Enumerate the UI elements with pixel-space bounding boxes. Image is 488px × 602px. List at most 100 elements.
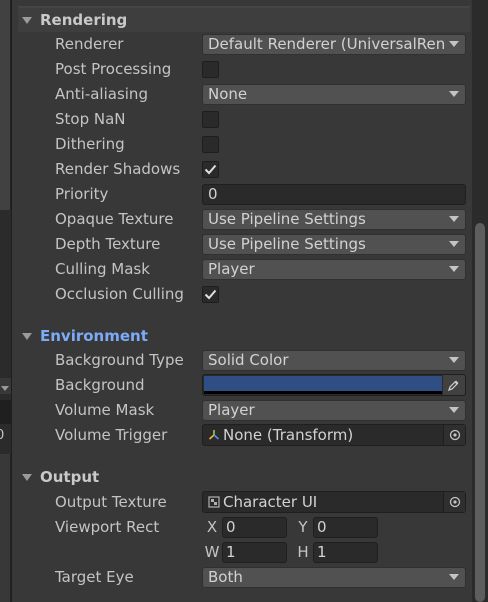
chevron-down-icon (449, 241, 459, 247)
w-label: W (204, 543, 220, 561)
render-texture-icon (207, 495, 221, 509)
color-swatch[interactable] (204, 376, 442, 391)
renderer-value: Default Renderer (UniversalRende (208, 35, 445, 53)
render-shadows-row: Render Shadows (55, 158, 467, 180)
scrollbar-thumb[interactable] (475, 223, 485, 602)
anti-aliasing-row: Anti-aliasing None (55, 83, 467, 105)
volume-trigger-label: Volume Trigger (55, 426, 168, 444)
viewport-rect-wh-row: W 1 H 1 (55, 541, 467, 563)
viewport-h-input[interactable]: 1 (313, 541, 378, 563)
viewport-y-input[interactable]: 0 (313, 516, 378, 538)
section-title: Rendering (40, 11, 128, 29)
foldout-arrow-icon[interactable] (22, 16, 32, 24)
chevron-down-icon (449, 216, 459, 222)
post-processing-row: Post Processing (55, 58, 467, 80)
culling-mask-dropdown[interactable]: Player (202, 258, 466, 280)
depth-texture-dropdown[interactable]: Use Pipeline Settings (202, 233, 466, 255)
viewport-rect-label: Viewport Rect (55, 518, 160, 536)
foldout-arrow-icon[interactable] (22, 473, 32, 481)
object-picker-icon[interactable] (443, 492, 465, 512)
background-type-dropdown[interactable]: Solid Color (202, 349, 466, 371)
volume-mask-dropdown[interactable]: Player (202, 399, 466, 421)
left-panel-segment (0, 454, 11, 602)
transform-icon (207, 428, 221, 442)
target-eye-dropdown[interactable]: Both (202, 566, 466, 588)
volume-mask-label: Volume Mask (55, 401, 155, 419)
left-panel-segment (0, 400, 11, 424)
object-picker-icon[interactable] (443, 425, 465, 445)
section-title: Environment (40, 327, 148, 345)
priority-row: Priority 0 (55, 183, 467, 205)
chevron-down-icon (449, 574, 459, 580)
culling-mask-label: Culling Mask (55, 260, 150, 278)
renderer-dropdown[interactable]: Default Renderer (UniversalRende (202, 33, 466, 55)
output-texture-field[interactable]: Character UI (202, 491, 466, 513)
chevron-down-icon (449, 91, 459, 97)
foldout-arrow-icon[interactable] (22, 332, 32, 340)
depth-texture-value: Use Pipeline Settings (208, 235, 366, 253)
volume-trigger-row: Volume Trigger None (Transform) (55, 424, 467, 446)
viewport-rect-row: Viewport Rect X 0 Y 0 (55, 516, 467, 538)
chevron-down-icon (449, 357, 459, 363)
output-texture-value: Character UI (223, 493, 318, 511)
occlusion-culling-checkbox[interactable] (202, 286, 219, 303)
left-panel-value: 0 (0, 428, 5, 443)
opaque-texture-dropdown[interactable]: Use Pipeline Settings (202, 208, 466, 230)
output-texture-label: Output Texture (55, 493, 167, 511)
viewport-rect-wh: W 1 H 1 (202, 541, 384, 563)
anti-aliasing-label: Anti-aliasing (55, 85, 148, 103)
chevron-down-icon (449, 407, 459, 413)
dithering-checkbox[interactable] (202, 136, 219, 153)
background-row: Background (55, 374, 467, 396)
dithering-row: Dithering (55, 133, 467, 155)
depth-texture-row: Depth Texture Use Pipeline Settings (55, 233, 467, 255)
opaque-texture-value: Use Pipeline Settings (208, 210, 366, 228)
environment-header[interactable]: Environment (18, 324, 470, 348)
output-header[interactable]: Output (18, 465, 470, 489)
background-type-label: Background Type (55, 351, 184, 369)
chevron-down-icon (449, 41, 459, 47)
left-panel-edge: 0 (0, 0, 11, 602)
dropdown-arrow-icon[interactable] (1, 386, 9, 391)
chevron-down-icon (449, 266, 459, 272)
opaque-texture-row: Opaque Texture Use Pipeline Settings (55, 208, 467, 230)
depth-texture-label: Depth Texture (55, 235, 161, 253)
anti-aliasing-dropdown[interactable]: None (202, 83, 466, 105)
renderer-label: Renderer (55, 35, 124, 53)
y-label: Y (298, 518, 308, 536)
occlusion-culling-row: Occlusion Culling (55, 283, 467, 305)
priority-label: Priority (55, 185, 109, 203)
target-eye-label: Target Eye (55, 568, 134, 586)
renderer-row: Renderer Default Renderer (UniversalRend… (55, 33, 467, 55)
rendering-header[interactable]: Rendering (18, 8, 470, 32)
viewport-rect-xy: X 0 Y 0 (202, 516, 384, 538)
render-shadows-checkbox[interactable] (202, 161, 219, 178)
h-label: H (297, 543, 309, 561)
background-label: Background (55, 376, 145, 394)
stop-nan-checkbox[interactable] (202, 111, 219, 128)
viewport-w-input[interactable]: 1 (222, 541, 287, 563)
checkmark-icon (204, 289, 217, 300)
stop-nan-row: Stop NaN (55, 108, 467, 130)
priority-input[interactable]: 0 (202, 183, 466, 205)
culling-mask-value: Player (208, 260, 255, 278)
dithering-label: Dithering (55, 135, 125, 153)
volume-trigger-field[interactable]: None (Transform) (202, 424, 466, 446)
background-type-row: Background Type Solid Color (55, 349, 467, 371)
background-color-field[interactable] (202, 374, 466, 396)
alpha-bar (204, 391, 442, 394)
checkmark-icon (204, 164, 217, 175)
target-eye-row: Target Eye Both (55, 566, 467, 588)
volume-mask-value: Player (208, 401, 255, 419)
vertical-scrollbar[interactable] (472, 0, 488, 602)
output-texture-row: Output Texture Character UI (55, 491, 467, 513)
background-type-value: Solid Color (208, 351, 289, 369)
post-processing-label: Post Processing (55, 60, 172, 78)
occlusion-culling-label: Occlusion Culling (55, 285, 184, 303)
left-panel-segment (0, 0, 11, 210)
viewport-x-input[interactable]: 0 (222, 516, 287, 538)
culling-mask-row: Culling Mask Player (55, 258, 467, 280)
post-processing-checkbox[interactable] (202, 61, 219, 78)
eyedropper-icon[interactable] (443, 375, 465, 395)
volume-mask-row: Volume Mask Player (55, 399, 467, 421)
